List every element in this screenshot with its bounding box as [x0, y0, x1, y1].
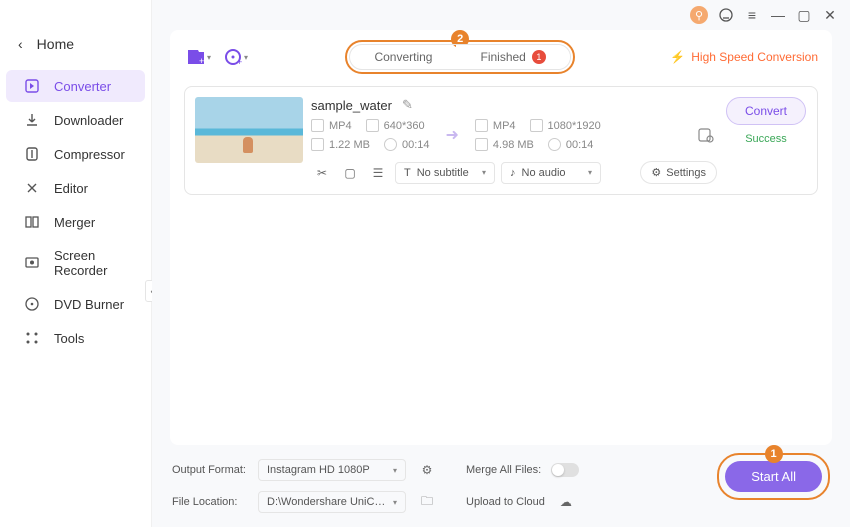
user-avatar[interactable]: ⚲ — [690, 6, 708, 24]
editor-icon — [24, 180, 40, 196]
resolution-icon — [530, 119, 543, 132]
converter-icon — [24, 78, 40, 94]
add-dvd-button[interactable]: +▾ — [222, 45, 250, 69]
chevron-down-icon: ▾ — [393, 466, 397, 475]
gear-icon: ⚙ — [651, 166, 661, 179]
resolution-icon — [366, 119, 379, 132]
titlebar: ⚲ ≡ — ▢ ✕ — [152, 0, 850, 30]
back-icon[interactable]: ‹ — [18, 36, 23, 52]
toolbar: +▾ +▾ 2 Converting Finished 1 ⚡ High Sp — [170, 30, 832, 84]
minimize-icon[interactable]: — — [770, 7, 786, 23]
trim-icon[interactable]: ✂ — [311, 162, 333, 184]
lightning-icon: ⚡ — [670, 50, 685, 64]
menu-icon[interactable]: ≡ — [744, 7, 760, 23]
output-settings-icon[interactable]: ⚙ — [416, 459, 438, 481]
sidebar-item-label: DVD Burner — [54, 297, 124, 312]
high-speed-conversion[interactable]: ⚡ High Speed Conversion — [670, 50, 818, 64]
sidebar-item-downloader[interactable]: Downloader — [6, 104, 145, 136]
tools-icon — [24, 330, 40, 346]
close-icon[interactable]: ✕ — [822, 7, 838, 23]
sidebar-item-label: Downloader — [54, 113, 123, 128]
subtitle-dropdown[interactable]: T No subtitle ▾ — [395, 162, 495, 184]
video-thumbnail[interactable] — [195, 97, 303, 163]
duration-icon — [548, 138, 561, 151]
sidebar-item-label: Screen Recorder — [54, 248, 127, 278]
sidebar-item-label: Tools — [54, 331, 84, 346]
downloader-icon — [24, 112, 40, 128]
merger-icon — [24, 214, 40, 230]
output-format-label: Output Format: — [172, 464, 248, 476]
status-text: Success — [745, 133, 787, 145]
start-all-callout: 1 Start All — [717, 453, 830, 500]
subtitle-icon: T — [404, 167, 411, 179]
support-icon[interactable] — [718, 7, 734, 23]
arrow-icon: ➜ — [438, 125, 467, 145]
sidebar-item-editor[interactable]: Editor — [6, 172, 145, 204]
sidebar: ‹ Home Converter Downloader Compressor E… — [0, 0, 152, 527]
size-icon — [475, 138, 488, 151]
merge-label: Merge All Files: — [466, 464, 541, 476]
maximize-icon[interactable]: ▢ — [796, 7, 812, 23]
chevron-down-icon: ▾ — [393, 498, 397, 507]
output-format-dropdown[interactable]: Instagram HD 1080P ▾ — [258, 459, 406, 481]
sidebar-item-merger[interactable]: Merger — [6, 206, 145, 238]
compressor-icon — [24, 146, 40, 162]
callout-number-1: 1 — [765, 445, 783, 463]
convert-button[interactable]: Convert — [726, 97, 806, 125]
sidebar-item-label: Merger — [54, 215, 95, 230]
sidebar-item-dvd-burner[interactable]: DVD Burner — [6, 288, 145, 320]
video-icon — [311, 119, 324, 132]
finished-badge: 1 — [532, 50, 546, 64]
home-label: Home — [37, 36, 74, 52]
svg-text:+: + — [237, 57, 242, 67]
file-card: sample_water ✎ MP4 640*360 1.22 MB 00:14 — [184, 86, 818, 195]
audio-icon: ♪ — [510, 167, 516, 179]
audio-dropdown[interactable]: ♪ No audio ▾ — [501, 162, 601, 184]
effect-icon[interactable]: ☰ — [367, 162, 389, 184]
tab-finished[interactable]: Finished 1 — [456, 45, 569, 69]
file-location-dropdown[interactable]: D:\Wondershare UniConverter 1 ▾ — [258, 491, 406, 513]
size-icon — [311, 138, 324, 151]
chevron-down-icon: ▾ — [588, 168, 592, 177]
finished-tab-callout: 2 Converting Finished 1 — [345, 40, 574, 74]
output-settings-icon[interactable] — [695, 124, 717, 146]
start-all-button[interactable]: Start All — [725, 461, 822, 492]
video-icon — [475, 119, 488, 132]
crop-icon[interactable]: ▢ — [339, 162, 361, 184]
sidebar-item-label: Converter — [54, 79, 111, 94]
footer: Output Format: Instagram HD 1080P ▾ ⚙ Me… — [152, 445, 850, 527]
home-row[interactable]: ‹ Home — [0, 28, 151, 68]
chevron-down-icon: ▾ — [482, 168, 486, 177]
sidebar-item-converter[interactable]: Converter — [6, 70, 145, 102]
duration-icon — [384, 138, 397, 151]
status-tabs: Converting Finished 1 — [349, 44, 570, 70]
sidebar-item-compressor[interactable]: Compressor — [6, 138, 145, 170]
screen-recorder-icon — [24, 255, 40, 271]
sidebar-item-label: Editor — [54, 181, 88, 196]
file-actions: Convert Success — [725, 97, 807, 145]
tab-converting[interactable]: Converting — [350, 45, 456, 69]
file-location-label: File Location: — [172, 496, 248, 508]
cloud-icon[interactable]: ☁ — [555, 491, 577, 513]
sidebar-item-screen-recorder[interactable]: Screen Recorder — [6, 240, 145, 286]
sidebar-item-tools[interactable]: Tools — [6, 322, 145, 354]
workspace: +▾ +▾ 2 Converting Finished 1 ⚡ High Sp — [170, 30, 832, 445]
dvd-burner-icon — [24, 296, 40, 312]
svg-text:+: + — [199, 56, 204, 66]
open-folder-icon[interactable]: 🗀 — [416, 491, 438, 513]
merge-toggle[interactable] — [551, 463, 579, 477]
file-name: sample_water — [311, 98, 392, 113]
settings-button[interactable]: ⚙ Settings — [640, 161, 717, 184]
main: ⚲ ≡ — ▢ ✕ +▾ +▾ 2 Converting Finished 1 — [152, 0, 850, 527]
sidebar-item-label: Compressor — [54, 147, 125, 162]
upload-cloud-label: Upload to Cloud — [466, 496, 545, 508]
file-info: sample_water ✎ MP4 640*360 1.22 MB 00:14 — [311, 97, 717, 184]
add-file-button[interactable]: +▾ — [184, 45, 212, 69]
edit-name-icon[interactable]: ✎ — [402, 97, 413, 113]
